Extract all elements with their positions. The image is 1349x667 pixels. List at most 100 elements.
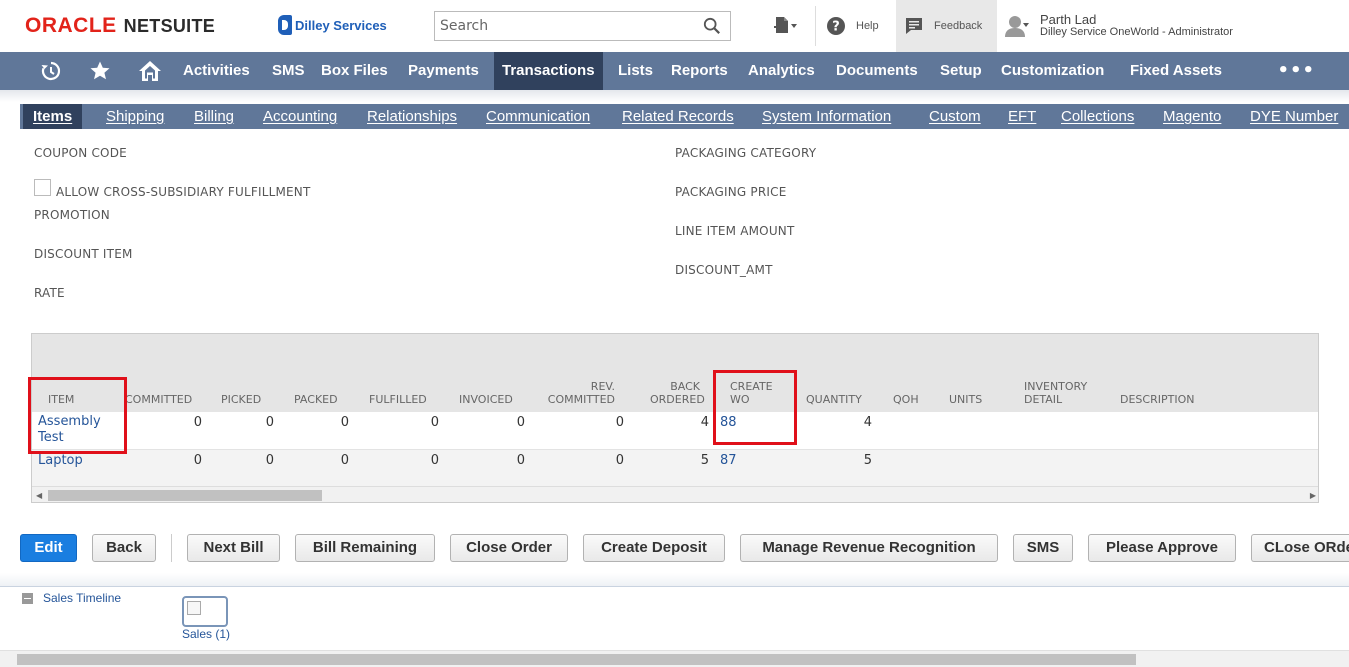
col-qoh[interactable]: QOH xyxy=(893,393,919,406)
col-quantity[interactable]: QUANTITY xyxy=(806,393,862,406)
subtab-custom[interactable]: Custom xyxy=(929,104,981,129)
nav-sms[interactable]: SMS xyxy=(264,52,313,90)
user-menu[interactable]: Parth Lad Dilley Service OneWorld - Admi… xyxy=(1004,0,1233,52)
next-bill-button[interactable]: Next Bill xyxy=(187,534,280,562)
nav-box-files[interactable]: Box Files xyxy=(313,52,396,90)
feedback-button[interactable]: Feedback xyxy=(896,0,997,52)
back-ordered-value: 4 xyxy=(700,415,709,430)
col-inventory-detail[interactable]: INVENTORY DETAIL xyxy=(1024,380,1087,406)
back-ordered-value: 5 xyxy=(700,453,709,468)
col-rev-committed[interactable]: REV. COMMITTED xyxy=(537,380,615,406)
quantity-value: 4 xyxy=(863,415,872,430)
item-link[interactable]: Laptop xyxy=(38,453,83,468)
col-fulfilled[interactable]: FULFILLED xyxy=(369,393,427,406)
nav-analytics[interactable]: Analytics xyxy=(740,52,823,90)
col-packed[interactable]: PACKED xyxy=(294,393,338,406)
subtab-eft[interactable]: EFT xyxy=(1008,104,1036,129)
search-input[interactable] xyxy=(435,12,695,40)
col-back-ordered-line2: ORDERED xyxy=(650,393,705,406)
col-committed[interactable]: COMMITTED xyxy=(125,393,192,406)
subtab-collections[interactable]: Collections xyxy=(1061,104,1134,129)
search-icon[interactable] xyxy=(703,17,721,35)
allow-cross-subsidiary-checkbox[interactable] xyxy=(34,179,51,196)
nav-shadow xyxy=(0,90,1349,102)
sms-button[interactable]: SMS xyxy=(1013,534,1073,562)
col-picked[interactable]: PICKED xyxy=(221,393,261,406)
subtab-shipping[interactable]: Shipping xyxy=(106,104,164,129)
oracle-netsuite-logo[interactable]: ORACLE NETSUITE xyxy=(25,14,215,38)
edit-button[interactable]: Edit xyxy=(20,534,77,562)
fulfilled-value: 0 xyxy=(430,453,439,468)
nav-documents[interactable]: Documents xyxy=(828,52,926,90)
packaging-category-label: PACKAGING CATEGORY xyxy=(675,146,817,160)
invoiced-value: 0 xyxy=(516,415,525,430)
close-order-custom-button[interactable]: CLose ORder xyxy=(1251,534,1349,562)
subtab-relationships[interactable]: Relationships xyxy=(367,104,457,129)
committed-value: 0 xyxy=(193,415,202,430)
nav-more-icon[interactable]: ••• xyxy=(1277,52,1315,90)
nav-lists[interactable]: Lists xyxy=(610,52,661,90)
col-invoiced[interactable]: INVOICED xyxy=(459,393,513,406)
collapse-icon[interactable] xyxy=(22,593,33,604)
scroll-right-arrow-icon[interactable]: ▶ xyxy=(1310,491,1316,500)
subtab-magento[interactable]: Magento xyxy=(1163,104,1221,129)
section-separator xyxy=(0,573,1349,587)
col-units[interactable]: UNITS xyxy=(949,393,982,406)
home-icon[interactable] xyxy=(135,52,165,90)
back-button[interactable]: Back xyxy=(92,534,156,562)
user-name: Parth Lad xyxy=(1040,12,1097,27)
coupon-code-label: COUPON CODE xyxy=(34,146,127,160)
quantity-value: 5 xyxy=(863,453,872,468)
subtab-related-records[interactable]: Related Records xyxy=(622,104,734,129)
please-approve-button[interactable]: Please Approve xyxy=(1088,534,1236,562)
sales-timeline-card[interactable] xyxy=(182,596,228,627)
table-horizontal-scrollbar[interactable]: ◀ ▶ xyxy=(32,486,1318,502)
subtab-communication[interactable]: Communication xyxy=(486,104,590,129)
nav-fixed-assets[interactable]: Fixed Assets xyxy=(1122,52,1230,90)
nav-payments[interactable]: Payments xyxy=(400,52,487,90)
nav-setup[interactable]: Setup xyxy=(932,52,990,90)
nav-customization[interactable]: Customization xyxy=(993,52,1112,90)
netsuite-wordmark: NETSUITE xyxy=(123,15,216,36)
global-search[interactable] xyxy=(434,11,731,41)
col-back-ordered[interactable]: BACK ORDERED xyxy=(650,380,705,406)
bill-remaining-button[interactable]: Bill Remaining xyxy=(295,534,435,562)
packed-value: 0 xyxy=(340,453,349,468)
new-record-icon xyxy=(774,17,797,33)
nav-transactions[interactable]: Transactions xyxy=(494,52,603,90)
nav-reports[interactable]: Reports xyxy=(663,52,736,90)
help-icon: ? xyxy=(827,17,845,35)
button-divider xyxy=(171,534,172,562)
table-row[interactable]: Laptop 0 0 0 0 0 0 5 87 5 xyxy=(32,449,1318,486)
sales-count-link[interactable]: Sales (1) xyxy=(182,627,230,641)
scroll-left-arrow-icon[interactable]: ◀ xyxy=(36,491,42,500)
subtab-accounting[interactable]: Accounting xyxy=(263,104,337,129)
line-item-amount-label: LINE ITEM AMOUNT xyxy=(675,224,795,238)
col-description[interactable]: DESCRIPTION xyxy=(1120,393,1194,406)
header-divider xyxy=(815,6,816,46)
col-inventory-detail-line1: INVENTORY xyxy=(1024,380,1088,393)
page-scroll-thumb[interactable] xyxy=(17,654,1136,665)
subtab-billing[interactable]: Billing xyxy=(194,104,234,129)
table-row[interactable]: Assembly Test 0 0 0 0 0 0 4 88 4 xyxy=(32,412,1318,449)
create-deposit-button[interactable]: Create Deposit xyxy=(583,534,725,562)
nav-activities[interactable]: Activities xyxy=(175,52,258,90)
picked-value: 0 xyxy=(265,415,274,430)
table-scroll-thumb[interactable] xyxy=(48,490,322,501)
subtab-items[interactable]: Items xyxy=(23,104,83,129)
recent-history-icon[interactable] xyxy=(36,52,66,90)
subtab-dye-number[interactable]: DYE Number xyxy=(1250,104,1338,129)
manage-revenue-recognition-button[interactable]: Manage Revenue Recognition xyxy=(740,534,998,562)
favorites-star-icon[interactable] xyxy=(85,52,115,90)
sales-timeline-title[interactable]: Sales Timeline xyxy=(43,591,121,605)
col-rev-committed-line1: REV. xyxy=(590,380,615,393)
create-wo-link[interactable]: 87 xyxy=(720,453,737,468)
close-order-button[interactable]: Close Order xyxy=(450,534,568,562)
packed-value: 0 xyxy=(340,415,349,430)
recent-records-button[interactable] xyxy=(772,0,812,52)
help-button[interactable]: ? Help xyxy=(826,0,879,52)
subtab-system-information[interactable]: System Information xyxy=(762,104,891,129)
company-logo[interactable]: Dilley Services xyxy=(278,15,387,35)
promotion-label: PROMOTION xyxy=(34,208,110,222)
page-horizontal-scrollbar[interactable] xyxy=(0,650,1349,667)
